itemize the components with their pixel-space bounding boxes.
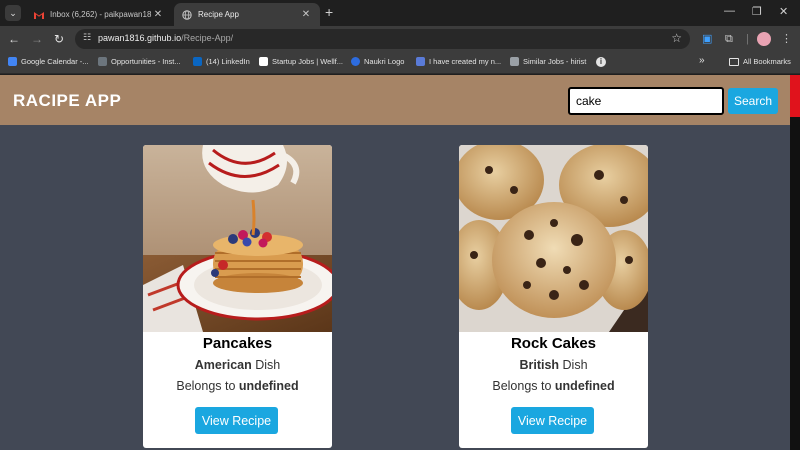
recipe-image-pancakes <box>143 145 332 332</box>
tab-strip: ⌄ Inbox (6,262) - paikpawan18@g ✕ Recipe… <box>0 0 800 26</box>
bookmark-star-icon[interactable]: ☆ <box>671 31 682 45</box>
wellfound-icon <box>259 57 268 66</box>
recipe-area: British Dish <box>459 358 648 372</box>
extension-icon[interactable]: ▣ <box>702 32 712 46</box>
bookmark-label: Opportunities - Inst... <box>111 57 181 66</box>
search-input[interactable] <box>568 87 724 115</box>
bookmark-label: Naukri Logo <box>364 57 405 66</box>
info-icon[interactable]: i <box>596 57 606 67</box>
bookmark-label: I have created my n... <box>429 57 502 66</box>
bookmark-naukri[interactable]: Naukri Logo <box>351 57 404 66</box>
search-button[interactable]: Search <box>728 88 778 114</box>
recipe-category: Belongs to undefined <box>143 379 332 393</box>
recipe-category-value: undefined <box>238 379 299 393</box>
folder-icon <box>729 57 739 66</box>
tab-title: Inbox (6,262) - paikpawan18@g <box>50 10 152 19</box>
view-recipe-button[interactable]: View Recipe <box>511 407 594 434</box>
scrollbar-thumb[interactable] <box>790 75 800 117</box>
menu-icon[interactable]: ⋮ <box>781 32 792 46</box>
app-title: RACIPE APP <box>13 91 122 110</box>
close-window-icon[interactable]: ✕ <box>779 5 788 18</box>
bookmarks-bar: Google Calendar -... Opportunities - Ins… <box>0 52 800 74</box>
url-host: pawan1816.github.io <box>98 33 182 43</box>
recipe-card: Pancakes American Dish Belongs to undefi… <box>143 145 332 448</box>
recipe-card: Rock Cakes British Dish Belongs to undef… <box>459 145 648 448</box>
tab-title: Recipe App <box>198 10 239 19</box>
recipe-area-name: American <box>194 358 252 372</box>
tab-inbox[interactable]: Inbox (6,262) - paikpawan18@g ✕ <box>26 3 172 26</box>
address-bar[interactable]: ☷ pawan1816.github.io/Recipe-App/ ☆ <box>75 29 690 49</box>
close-tab-icon[interactable]: ✕ <box>152 9 164 20</box>
view-recipe-button[interactable]: View Recipe <box>195 407 278 434</box>
scrollbar-track[interactable] <box>790 75 800 450</box>
extensions-puzzle-icon[interactable]: ⧉ <box>725 32 733 46</box>
bookmark-label: (14) LinkedIn <box>206 57 250 66</box>
recipe-area-suffix: Dish <box>559 358 588 372</box>
new-tab-icon[interactable]: + <box>325 4 333 20</box>
gmail-icon <box>34 10 44 20</box>
more-bookmarks-icon[interactable]: » <box>699 55 705 66</box>
linkedin-icon <box>193 57 202 66</box>
recipe-area-suffix: Dish <box>251 358 281 372</box>
bookmark-label: Google Calendar -... <box>21 57 89 66</box>
recipe-category: Belongs to undefined <box>459 379 648 393</box>
hirist-icon <box>510 57 519 66</box>
restore-icon[interactable]: ❐ <box>752 5 762 18</box>
bookmark-icon <box>416 57 425 66</box>
bookmark-google-calendar[interactable]: Google Calendar -... <box>8 57 89 66</box>
bookmark-wellfound[interactable]: Startup Jobs | Wellf... <box>259 57 343 66</box>
recipe-category-value: undefined <box>554 379 615 393</box>
url-text: pawan1816.github.io/Recipe-App/ <box>98 33 233 43</box>
all-bookmarks-folder[interactable]: All Bookmarks <box>729 57 791 66</box>
bookmark-label: Startup Jobs | Wellf... <box>272 57 344 66</box>
recipe-category-prefix: Belongs to <box>492 379 555 393</box>
recipe-area: American Dish <box>143 358 332 372</box>
instahyre-icon <box>98 57 107 66</box>
bookmark-instahyre[interactable]: Opportunities - Inst... <box>98 57 181 66</box>
browser-toolbar: ← → ↻ ☷ pawan1816.github.io/Recipe-App/ … <box>0 26 800 52</box>
bookmark-created[interactable]: I have created my n... <box>416 57 501 66</box>
separator: | <box>746 33 749 45</box>
tab-search-button[interactable]: ⌄ <box>5 5 21 21</box>
back-icon[interactable]: ← <box>8 31 20 47</box>
recipe-area-name: British <box>519 358 560 372</box>
recipe-name: Pancakes <box>202 335 273 352</box>
close-tab-icon[interactable]: ✕ <box>300 9 312 20</box>
profile-avatar[interactable] <box>757 32 771 46</box>
url-path: /Recipe-App/ <box>181 33 234 43</box>
reload-icon[interactable]: ↻ <box>54 31 64 47</box>
recipe-image-rock-cakes <box>459 145 648 332</box>
recipe-category-prefix: Belongs to <box>176 379 239 393</box>
page-viewport: RACIPE APP Search <box>0 75 790 450</box>
minimize-icon[interactable]: — <box>724 5 735 17</box>
forward-icon[interactable]: → <box>31 31 43 47</box>
bookmark-label: Similar Jobs - hirist <box>523 57 587 66</box>
recipe-name: Rock Cakes <box>510 335 597 352</box>
bookmark-linkedin[interactable]: (14) LinkedIn <box>193 57 250 66</box>
naukri-icon <box>351 57 360 66</box>
tab-recipe-app[interactable]: Recipe App ✕ <box>174 3 320 26</box>
site-info-icon[interactable]: ☷ <box>83 32 91 43</box>
calendar-icon <box>8 57 17 66</box>
all-bookmarks-label: All Bookmarks <box>743 57 791 66</box>
app-header: RACIPE APP Search <box>0 75 790 125</box>
globe-icon <box>182 9 192 20</box>
bookmark-hirist[interactable]: Similar Jobs - hirist <box>510 57 586 66</box>
